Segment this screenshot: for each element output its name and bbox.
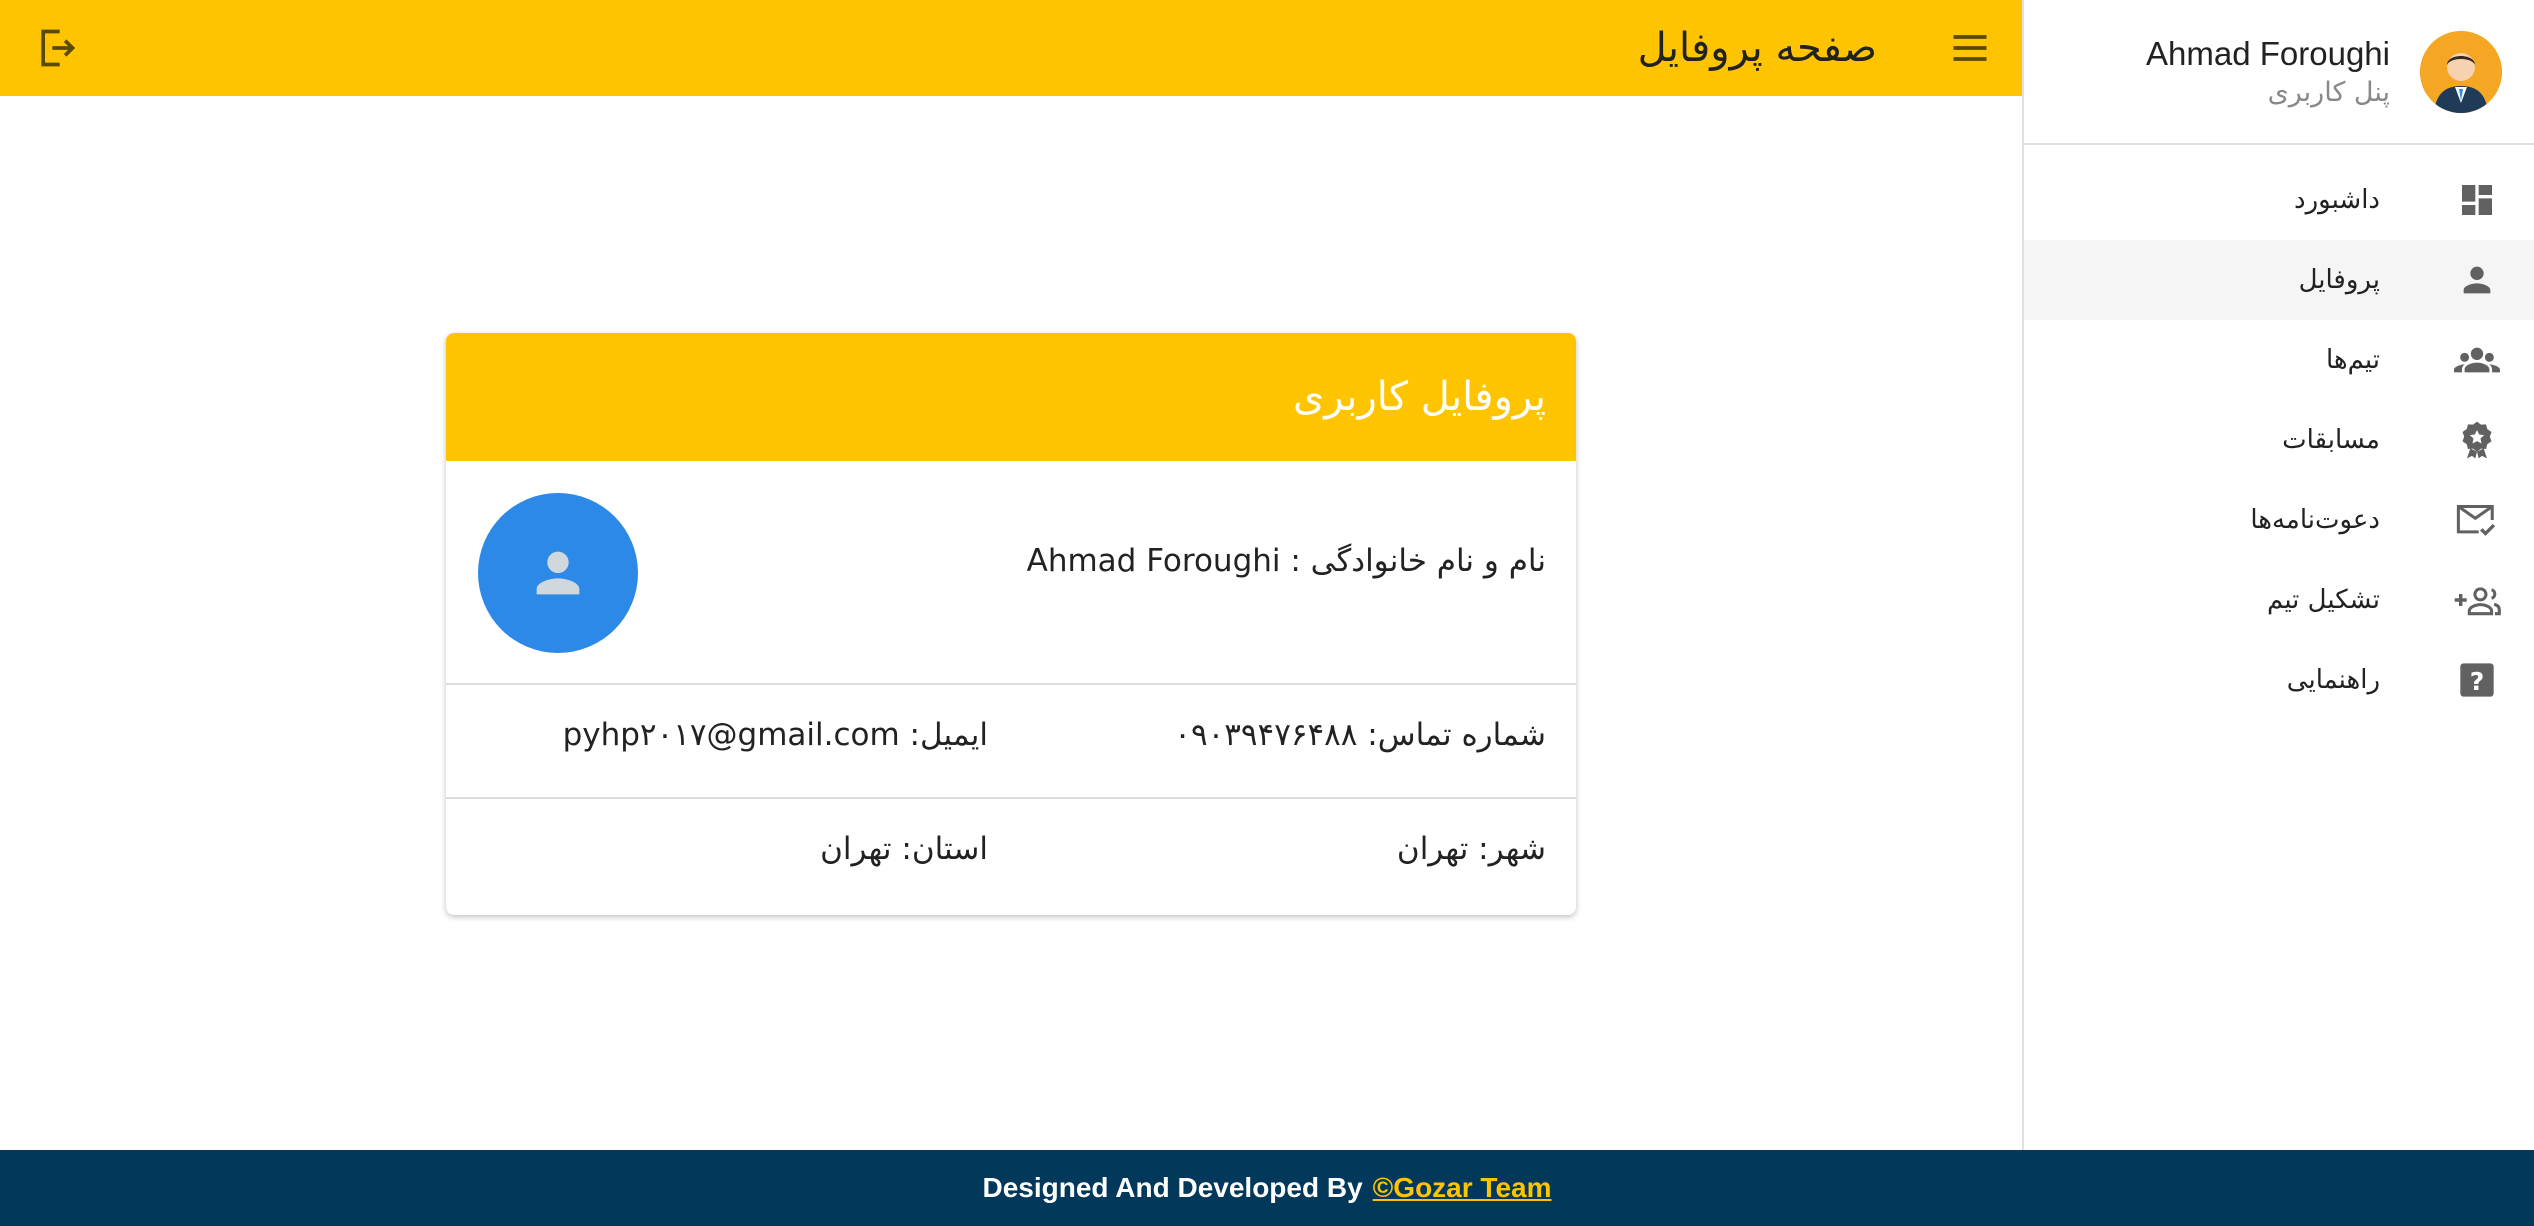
- email-field: ایمیل: pyhp۲۰۱۷@gmail.com: [562, 717, 988, 753]
- profile-contact-row: شماره تماس: ۰۹۰۳۹۴۷۶۴۸۸ ایمیل: pyhp۲۰۱۷@…: [446, 685, 1576, 799]
- sidebar-item-dashboard[interactable]: داشبورد: [2024, 160, 2534, 240]
- sidebar-item-label: داشبورد: [2294, 185, 2380, 215]
- menu-button[interactable]: [1948, 26, 1992, 70]
- phone-field: شماره تماس: ۰۹۰۳۹۴۷۶۴۸۸: [1174, 717, 1546, 753]
- sidebar-item-label: دعوت‌نامه‌ها: [2250, 505, 2380, 535]
- top-app-bar: صفحه پروفایل: [0, 0, 2022, 96]
- sidebar-item-label: تیم‌ها: [2325, 345, 2380, 375]
- help-icon: ?: [2452, 655, 2502, 705]
- person-icon: [536, 551, 580, 595]
- user-name: Ahmad Foroughi: [2146, 34, 2390, 72]
- profile-card-header: پروفایل کاربری: [446, 333, 1576, 461]
- sidebar-item-competitions[interactable]: مسابقات: [2024, 400, 2534, 480]
- province-field: استان: تهران: [820, 831, 988, 867]
- mail-check-icon: [2452, 495, 2502, 545]
- profile-avatar: [478, 493, 638, 653]
- sidebar-user-panel: Ahmad Foroughi پنل کاربری: [2024, 0, 2534, 145]
- person-icon: [2452, 255, 2502, 305]
- hamburger-menu-icon: [1953, 35, 1987, 61]
- sidebar-nav: داشبورد پروفایل تیم‌ها مسابقات دعوت‌نامه…: [2024, 160, 2534, 720]
- svg-text:?: ?: [2470, 667, 2485, 696]
- profile-card: پروفایل کاربری نام و نام خانوادگی : Ahma…: [446, 333, 1576, 915]
- group-add-icon: [2452, 575, 2502, 625]
- sidebar: Ahmad Foroughi پنل کاربری داشبورد پروفای…: [2022, 0, 2534, 1150]
- sidebar-item-label: مسابقات: [2282, 425, 2380, 455]
- user-avatar-icon: [2420, 30, 2502, 113]
- footer: Designed And Developed By ©Gozar Team: [0, 1150, 2534, 1226]
- group-icon: [2452, 335, 2502, 385]
- sidebar-item-create-team[interactable]: تشکیل تیم: [2024, 560, 2534, 640]
- sidebar-item-label: پروفایل: [2298, 265, 2380, 295]
- profile-location-row: شهر: تهران استان: تهران: [446, 799, 1576, 913]
- sidebar-item-invitations[interactable]: دعوت‌نامه‌ها: [2024, 480, 2534, 560]
- logout-button[interactable]: [30, 22, 82, 74]
- footer-team-link[interactable]: ©Gozar Team: [1373, 1172, 1552, 1204]
- full-name-field: نام و نام خانوادگی : Ahmad Foroughi: [1026, 543, 1546, 579]
- profile-card-title: پروفایل کاربری: [1292, 374, 1546, 420]
- sidebar-item-profile[interactable]: پروفایل: [2024, 240, 2534, 320]
- award-icon: [2452, 415, 2502, 465]
- dashboard-icon: [2452, 175, 2502, 225]
- page-title: صفحه پروفایل: [1637, 25, 1877, 71]
- user-avatar: [2420, 30, 2502, 113]
- city-field: شهر: تهران: [1396, 831, 1546, 867]
- sidebar-item-teams[interactable]: تیم‌ها: [2024, 320, 2534, 400]
- footer-text: Designed And Developed By: [982, 1172, 1363, 1203]
- sidebar-item-label: تشکیل تیم: [2267, 585, 2380, 615]
- user-role: پنل کاربری: [2267, 76, 2390, 108]
- logout-icon: [41, 29, 76, 67]
- sidebar-item-label: راهنمایی: [2286, 665, 2380, 695]
- sidebar-item-help[interactable]: ? راهنمایی: [2024, 640, 2534, 720]
- profile-name-row: نام و نام خانوادگی : Ahmad Foroughi: [446, 461, 1576, 685]
